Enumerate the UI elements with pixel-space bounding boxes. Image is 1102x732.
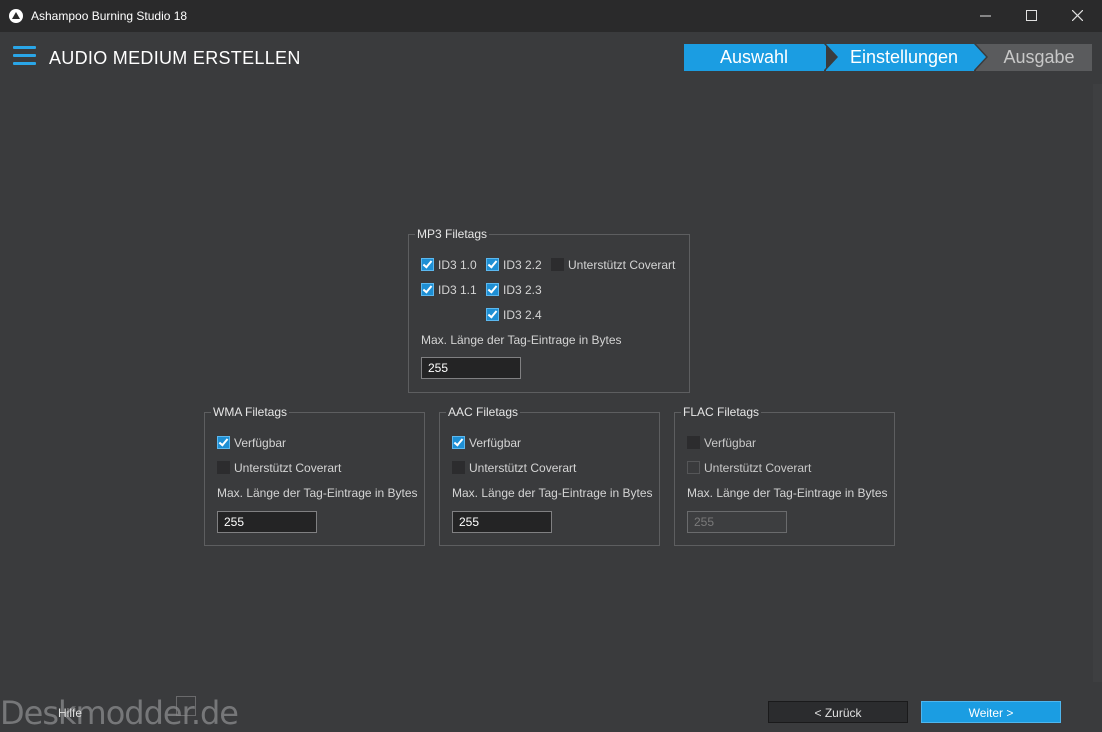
wma-coverart-checkbox[interactable]: Unterstützt Coverart <box>217 460 341 476</box>
id3-1-0-checkbox[interactable]: ID3 1.0 <box>421 257 477 273</box>
id3-2-3-label: ID3 2.3 <box>503 283 542 297</box>
mp3-legend: MP3 Filetags <box>415 227 490 241</box>
checkbox-unchecked-icon <box>687 436 700 449</box>
id3-2-4-label: ID3 2.4 <box>503 308 542 322</box>
hamburger-menu-icon[interactable] <box>13 46 36 66</box>
id3-2-3-checkbox[interactable]: ID3 2.3 <box>486 282 542 298</box>
mp3-maxlen-label: Max. Länge der Tag-Eintrage in Bytes <box>421 333 622 347</box>
maximize-button[interactable] <box>1008 0 1054 32</box>
aac-legend: AAC Filetags <box>446 405 521 419</box>
watermark-icon <box>176 696 196 716</box>
aac-maxlen-label: Max. Länge der Tag-Eintrage in Bytes <box>452 486 653 500</box>
checkbox-checked-icon <box>421 283 434 296</box>
aac-available-label: Verfügbar <box>469 436 522 450</box>
help-link[interactable]: Hilfe <box>58 706 82 720</box>
mp3-maxlen-input[interactable] <box>421 357 521 379</box>
id3-1-0-label: ID3 1.0 <box>438 258 477 272</box>
checkbox-unchecked-icon <box>551 258 564 271</box>
step-einstellungen[interactable]: Einstellungen <box>826 44 986 71</box>
aac-filetags-group: AAC Filetags Verfügbar Unterstützt Cover… <box>439 405 660 546</box>
app-logo-icon <box>9 9 23 23</box>
flac-available-checkbox[interactable]: Verfügbar <box>687 435 756 451</box>
checkbox-checked-icon <box>486 308 499 321</box>
wma-maxlen-input[interactable] <box>217 511 317 533</box>
wma-maxlen-label: Max. Länge der Tag-Eintrage in Bytes <box>217 486 418 500</box>
wma-filetags-group: WMA Filetags Verfügbar Unterstützt Cover… <box>204 405 425 546</box>
watermark: Deskmodder.de <box>0 694 239 732</box>
flac-maxlen-input <box>687 511 787 533</box>
back-button[interactable]: < Zurück <box>768 701 908 723</box>
id3-2-2-label: ID3 2.2 <box>503 258 542 272</box>
wma-available-checkbox[interactable]: Verfügbar <box>217 435 286 451</box>
aac-coverart-label: Unterstützt Coverart <box>469 461 577 475</box>
minimize-button[interactable] <box>962 0 1008 32</box>
minimize-icon <box>979 15 991 17</box>
checkbox-checked-icon <box>217 436 230 449</box>
close-icon <box>1071 9 1083 22</box>
id3-2-2-checkbox[interactable]: ID3 2.2 <box>486 257 542 273</box>
close-button[interactable] <box>1054 0 1100 32</box>
flac-coverart-checkbox[interactable]: Unterstützt Coverart <box>687 460 811 476</box>
wma-available-label: Verfügbar <box>234 436 287 450</box>
scrollbar[interactable] <box>1093 84 1102 682</box>
mp3-filetags-group: MP3 Filetags ID3 1.0 ID3 2.2 Unterstützt… <box>408 227 690 393</box>
flac-filetags-group: FLAC Filetags Verfügbar Unterstützt Cove… <box>674 405 895 546</box>
checkbox-checked-icon <box>486 258 499 271</box>
aac-available-checkbox[interactable]: Verfügbar <box>452 435 521 451</box>
step-ausgabe[interactable]: Ausgabe <box>976 44 1092 71</box>
step-auswahl[interactable]: Auswahl <box>684 44 836 71</box>
aac-maxlen-input[interactable] <box>452 511 552 533</box>
page-title: AUDIO MEDIUM ERSTELLEN <box>49 48 301 68</box>
checkbox-checked-icon <box>421 258 434 271</box>
title-bar: Ashampoo Burning Studio 18 <box>0 0 1102 32</box>
flac-legend: FLAC Filetags <box>681 405 762 419</box>
window-title: Ashampoo Burning Studio 18 <box>31 9 188 23</box>
flac-coverart-label: Unterstützt Coverart <box>704 461 812 475</box>
id3-2-4-checkbox[interactable]: ID3 2.4 <box>486 307 542 323</box>
checkbox-checked-icon <box>486 283 499 296</box>
wma-coverart-label: Unterstützt Coverart <box>234 461 342 475</box>
flac-maxlen-label: Max. Länge der Tag-Eintrage in Bytes <box>687 486 888 500</box>
next-button[interactable]: Weiter > <box>921 701 1061 723</box>
aac-coverart-checkbox[interactable]: Unterstützt Coverart <box>452 460 576 476</box>
checkbox-checked-icon <box>452 436 465 449</box>
checkbox-unchecked-icon <box>217 461 230 474</box>
id3-1-1-checkbox[interactable]: ID3 1.1 <box>421 282 477 298</box>
maximize-icon <box>1025 10 1037 21</box>
checkbox-unchecked-icon <box>452 461 465 474</box>
id3-1-1-label: ID3 1.1 <box>438 283 477 297</box>
wma-legend: WMA Filetags <box>211 405 290 419</box>
mp3-coverart-checkbox[interactable]: Unterstützt Coverart <box>551 257 675 273</box>
flac-available-label: Verfügbar <box>704 436 757 450</box>
mp3-coverart-label: Unterstützt Coverart <box>568 258 676 272</box>
checkbox-disabled-icon <box>687 461 700 474</box>
